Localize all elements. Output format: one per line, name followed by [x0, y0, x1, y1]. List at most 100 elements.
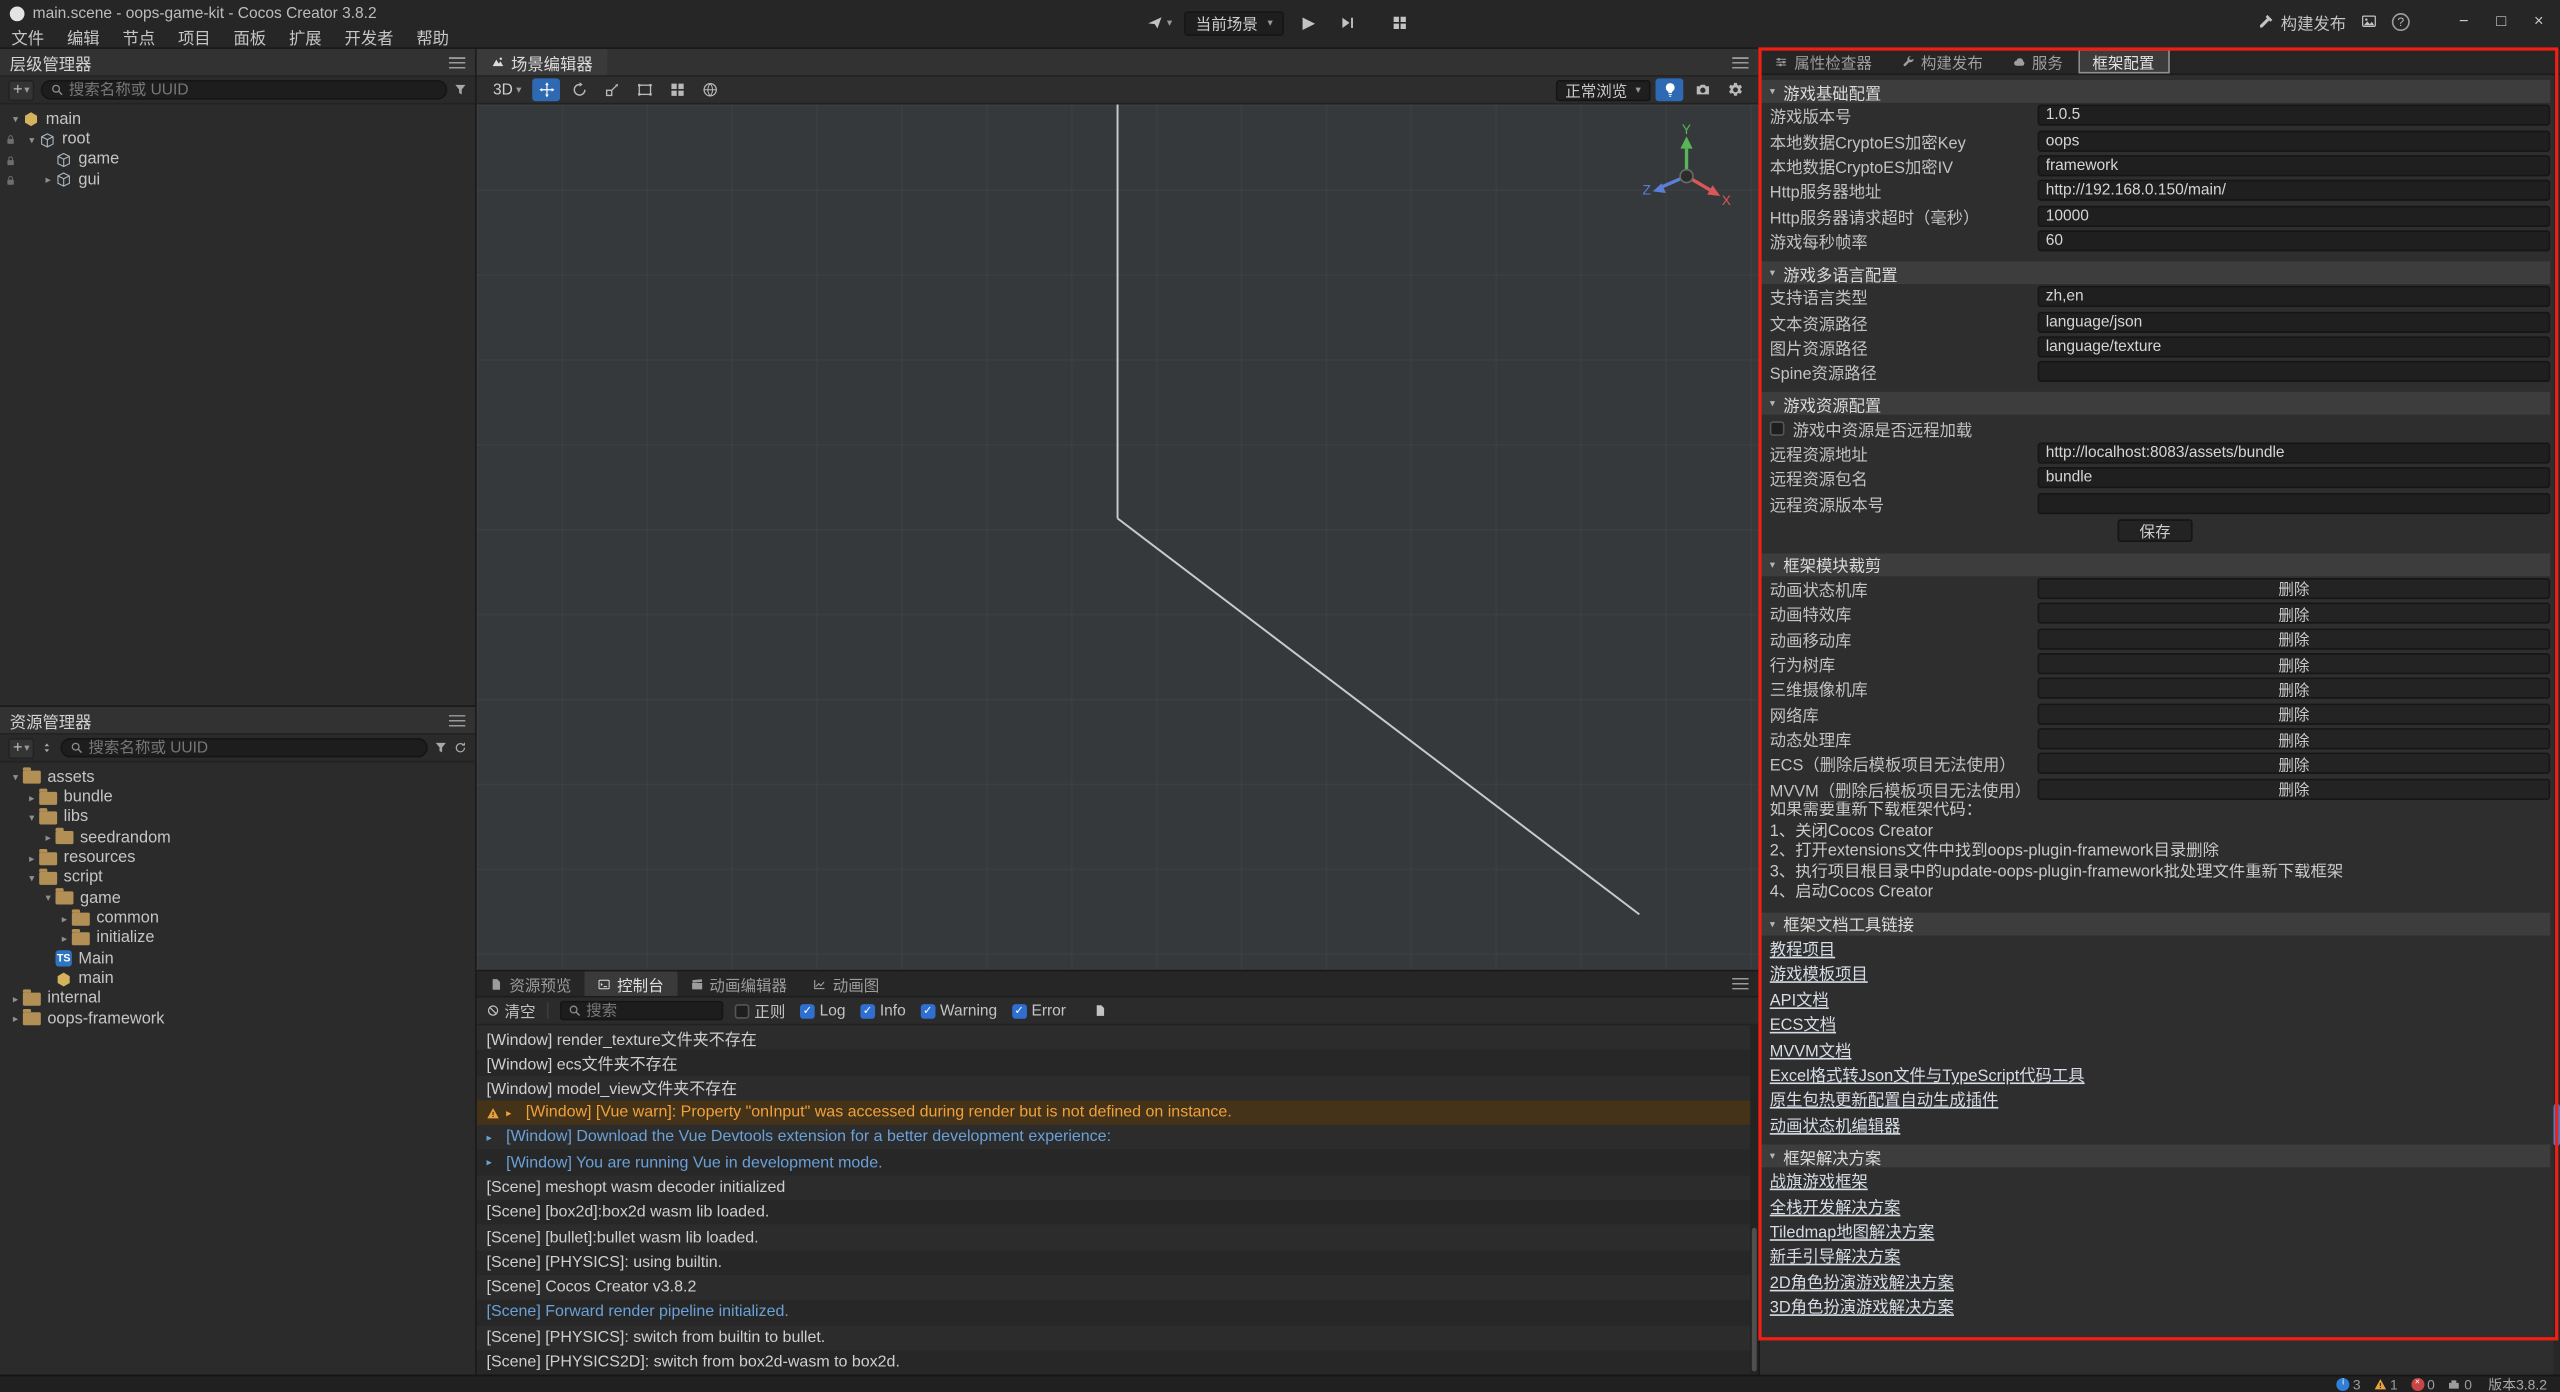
- text-input[interactable]: language/json: [2038, 311, 2551, 332]
- menu-item-0[interactable]: 文件: [0, 24, 56, 48]
- tree-item[interactable]: TSMain: [0, 949, 475, 969]
- delete-button[interactable]: 删除: [2038, 778, 2551, 799]
- expand-arrow[interactable]: ▾: [24, 811, 39, 824]
- tree-item[interactable]: ▸resources: [0, 848, 475, 868]
- delete-button[interactable]: 删除: [2038, 728, 2551, 749]
- text-input[interactable]: zh,en: [2038, 286, 2551, 307]
- expand-arrow[interactable]: ▾: [8, 113, 23, 126]
- console-tab-1[interactable]: 控制台: [585, 971, 677, 995]
- console-tab-3[interactable]: 动画图: [800, 971, 892, 995]
- expand-arrow[interactable]: ▸: [8, 1013, 23, 1026]
- doc-link[interactable]: 教程项目: [1770, 936, 1835, 960]
- panel-menu-icon[interactable]: [1732, 56, 1748, 67]
- play-button[interactable]: ▶: [1294, 10, 1323, 36]
- panel-menu-icon[interactable]: [449, 56, 465, 67]
- console-filter-2[interactable]: ✓Info: [860, 1002, 905, 1020]
- console-tab-2[interactable]: 动画编辑器: [677, 971, 800, 995]
- console-search[interactable]: [560, 1001, 723, 1021]
- console-row[interactable]: [Scene] [PHYSICS]: switch from builtin t…: [477, 1325, 1759, 1350]
- console-row[interactable]: [Window] ecs文件夹不存在: [477, 1050, 1759, 1075]
- doc-link[interactable]: Excel格式转Json文件与TypeScript代码工具: [1770, 1061, 2085, 1085]
- text-input[interactable]: 1.0.5: [2038, 105, 2551, 126]
- scrollbar-thumb[interactable]: [2553, 1104, 2560, 1146]
- text-input[interactable]: [2038, 492, 2551, 513]
- filter-icon[interactable]: [454, 83, 467, 96]
- assets-search-input[interactable]: [88, 739, 418, 757]
- doc-link[interactable]: MVVM文档: [1770, 1036, 1852, 1060]
- console-row[interactable]: ▸[Window] Download the Vue Devtools exte…: [477, 1125, 1759, 1150]
- tree-item[interactable]: main: [0, 969, 475, 989]
- console-row[interactable]: [Window] model_view文件夹不存在: [477, 1075, 1759, 1100]
- doc-link[interactable]: 新手引导解决方案: [1770, 1243, 1901, 1267]
- expand-arrow[interactable]: ▸: [41, 173, 56, 186]
- camera-settings-button[interactable]: [1688, 78, 1716, 101]
- checkbox[interactable]: ✓: [920, 1003, 935, 1018]
- tree-item[interactable]: game: [0, 150, 475, 170]
- console-row[interactable]: [Scene] [bullet]:bullet wasm lib loaded.: [477, 1225, 1759, 1250]
- clear-console-button[interactable]: 清空: [487, 999, 536, 1022]
- menu-item-5[interactable]: 扩展: [278, 24, 334, 48]
- tree-item[interactable]: ▸bundle: [0, 787, 475, 807]
- inspector-scrollbar[interactable]: [2553, 75, 2560, 1375]
- error-count-badge[interactable]: × 0: [2411, 1376, 2435, 1392]
- menu-item-4[interactable]: 面板: [222, 24, 278, 48]
- export-log-icon[interactable]: [1094, 1004, 1107, 1017]
- menu-item-6[interactable]: 开发者: [333, 24, 405, 48]
- expand-arrow[interactable]: ▸: [41, 831, 56, 844]
- tree-item[interactable]: ▸common: [0, 908, 475, 928]
- section-header[interactable]: ▾游戏资源配置: [1760, 393, 2550, 416]
- menu-item-7[interactable]: 帮助: [405, 24, 461, 48]
- tree-item[interactable]: ▾game: [0, 888, 475, 908]
- pivot-tool-button[interactable]: [664, 78, 692, 101]
- extension-count-badge[interactable]: 0: [2448, 1376, 2472, 1392]
- console-filter-1[interactable]: ✓Log: [800, 1002, 845, 1020]
- tree-item[interactable]: ▸seedrandom: [0, 828, 475, 848]
- expand-arrow[interactable]: ▸: [506, 1106, 519, 1119]
- doc-link[interactable]: 游戏模板项目: [1770, 961, 1868, 985]
- doc-link[interactable]: 动画状态机编辑器: [1770, 1112, 1901, 1136]
- section-header[interactable]: ▾框架解决方案: [1760, 1144, 2550, 1167]
- delete-button[interactable]: 删除: [2038, 753, 2551, 774]
- close-button[interactable]: ×: [2527, 12, 2550, 30]
- inspector-tab-3[interactable]: 框架配置: [2078, 49, 2169, 73]
- inspector-tab-2[interactable]: 服务: [1998, 49, 2078, 73]
- section-header[interactable]: ▾游戏多语言配置: [1760, 261, 2550, 284]
- tree-item[interactable]: ▾libs: [0, 808, 475, 828]
- tree-item[interactable]: ▾assets: [0, 767, 475, 787]
- doc-link[interactable]: 3D角色扮演游戏解决方案: [1770, 1293, 1954, 1317]
- checkbox[interactable]: ✓: [800, 1003, 815, 1018]
- panel-menu-icon[interactable]: [449, 714, 465, 725]
- save-button[interactable]: 保存: [2118, 519, 2191, 542]
- layout-button[interactable]: [1386, 10, 1415, 36]
- tree-item[interactable]: ▾script: [0, 868, 475, 888]
- section-header[interactable]: ▾游戏基础配置: [1760, 80, 2550, 103]
- tree-item[interactable]: ▾root: [0, 130, 475, 150]
- view-gizmo[interactable]: Y X Z: [1638, 124, 1736, 222]
- inspector-tab-1[interactable]: 构建发布: [1887, 49, 1998, 73]
- checkbox[interactable]: [735, 1003, 750, 1018]
- world-local-toggle[interactable]: [696, 78, 724, 101]
- text-input[interactable]: 60: [2038, 230, 2551, 251]
- mode-3d-button[interactable]: 3D▾: [487, 81, 529, 99]
- delete-button[interactable]: 删除: [2038, 703, 2551, 724]
- expand-arrow[interactable]: ▸: [57, 932, 72, 945]
- text-input[interactable]: http://localhost:8083/assets/bundle: [2038, 442, 2551, 463]
- panel-menu-icon[interactable]: [1732, 978, 1748, 989]
- console-scrollbar[interactable]: [1750, 1025, 1758, 1374]
- delete-button[interactable]: 删除: [2038, 678, 2551, 699]
- expand-arrow[interactable]: ▸: [57, 912, 72, 925]
- menu-item-1[interactable]: 编辑: [56, 24, 112, 48]
- expand-arrow[interactable]: ▸: [487, 1131, 500, 1144]
- expand-arrow[interactable]: ▾: [41, 892, 56, 905]
- expand-arrow[interactable]: ▸: [24, 852, 39, 865]
- doc-link[interactable]: 原生包热更新配置自动生成插件: [1770, 1086, 1999, 1110]
- expand-arrow[interactable]: ▸: [24, 791, 39, 804]
- expand-arrow[interactable]: ▸: [8, 993, 23, 1006]
- create-node-button[interactable]: +▾: [8, 79, 34, 100]
- delete-button[interactable]: 删除: [2038, 603, 2551, 624]
- scrollbar-thumb[interactable]: [1752, 1228, 1757, 1372]
- expand-arrow[interactable]: ▸: [487, 1156, 500, 1169]
- filter-icon[interactable]: [434, 741, 447, 754]
- console-row[interactable]: [Scene] [PHYSICS2D]: switch from box2d-w…: [477, 1350, 1759, 1375]
- maximize-button[interactable]: □: [2490, 12, 2513, 30]
